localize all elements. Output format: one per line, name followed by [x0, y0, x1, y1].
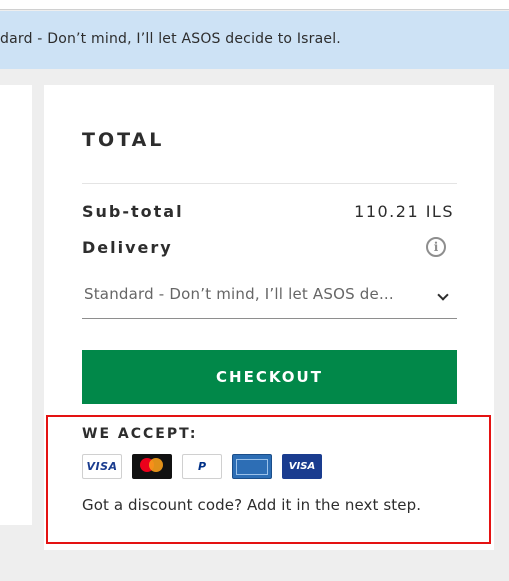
visa-electron-label: VISA — [288, 461, 316, 472]
visa-card-label: VISA — [86, 460, 118, 473]
bag-items-panel — [0, 85, 32, 525]
paypal-card-icon: P — [182, 454, 222, 479]
mastercard-card-icon — [132, 454, 172, 479]
we-accept-title: WE ACCEPT: — [82, 426, 198, 442]
visa-electron-card-icon: VISA — [282, 454, 322, 479]
delivery-method-select[interactable]: Standard - Don’t mind, I’ll let ASOS de.… — [82, 275, 457, 319]
total-title: TOTAL — [82, 129, 165, 151]
discount-code-text: Got a discount code? Add it in the next … — [82, 496, 422, 514]
american-express-card-icon — [232, 454, 272, 479]
info-icon[interactable]: i — [426, 237, 446, 257]
paypal-mark: P — [197, 460, 207, 473]
subtotal-label: Sub-total — [82, 202, 184, 221]
visa-card-icon: VISA — [82, 454, 122, 479]
delivery-notice-text: dard - Don’t mind, I’ll let ASOS decide … — [0, 31, 341, 47]
delivery-select-value: Standard - Don’t mind, I’ll let ASOS de.… — [84, 285, 394, 303]
checkout-button[interactable]: CHECKOUT — [82, 350, 457, 404]
mastercard-orange-circle — [149, 458, 163, 472]
total-divider — [82, 183, 457, 184]
delivery-notice-banner: dard - Don’t mind, I’ll let ASOS decide … — [0, 11, 509, 69]
chevron-down-icon — [437, 289, 449, 301]
top-bar — [0, 0, 509, 10]
subtotal-value: 110.21 ILS — [354, 202, 454, 221]
delivery-label: Delivery — [82, 238, 173, 257]
amex-emblem — [236, 458, 268, 475]
